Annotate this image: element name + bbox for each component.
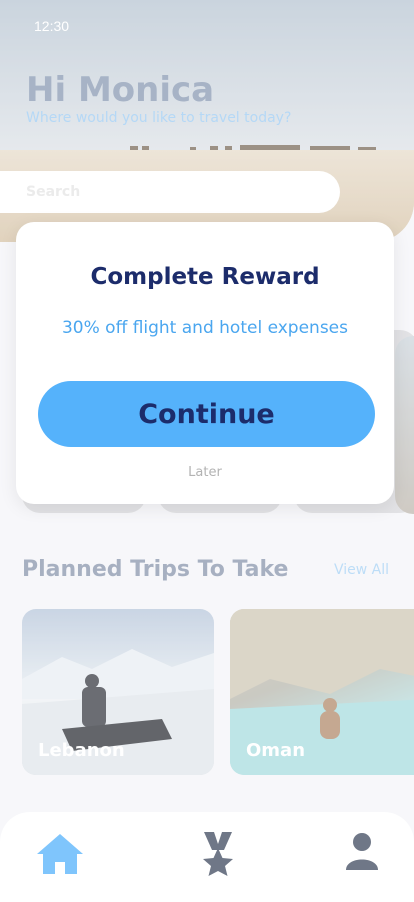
- modal-title: Complete Reward: [90, 264, 320, 290]
- continue-button[interactable]: Continue: [38, 381, 375, 447]
- reward-modal: Complete Reward 30% off flight and hotel…: [16, 222, 394, 504]
- later-link[interactable]: Later: [16, 465, 394, 480]
- modal-subtitle: 30% off flight and hotel expenses: [61, 318, 348, 338]
